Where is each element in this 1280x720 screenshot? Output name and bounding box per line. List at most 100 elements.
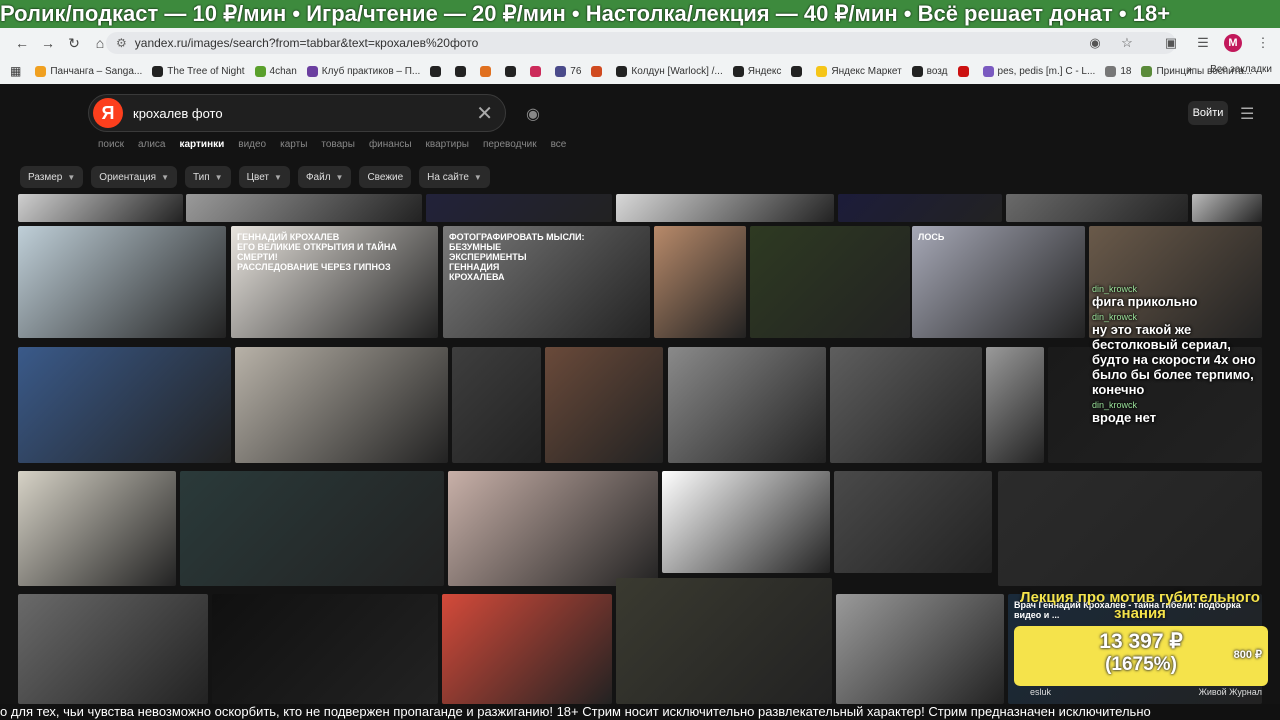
bookmark-item[interactable]: Колдун [Warlock] /...: [616, 65, 723, 77]
image-result[interactable]: [986, 347, 1044, 463]
image-result[interactable]: [18, 347, 231, 463]
bookmark-item[interactable]: Клуб практиков – П...: [306, 65, 420, 77]
search-input[interactable]: крохалев фото: [133, 106, 476, 121]
bookmark-item[interactable]: [530, 65, 545, 77]
bookmark-item[interactable]: [957, 65, 973, 77]
image-result[interactable]: [1192, 194, 1262, 222]
image-result[interactable]: [18, 226, 226, 338]
filter-button[interactable]: Свежие: [359, 166, 412, 188]
star-icon[interactable]: ☆: [1116, 32, 1138, 54]
image-result[interactable]: [186, 194, 422, 222]
bookmark-item[interactable]: [591, 65, 606, 77]
bookmark-label: Яндекс: [747, 65, 782, 77]
yandex-logo[interactable]: Я: [93, 98, 123, 128]
bookmark-item[interactable]: возд: [911, 65, 948, 77]
camera-search-icon[interactable]: ◉: [526, 104, 548, 124]
image-result[interactable]: [830, 347, 982, 463]
menu-dots-icon[interactable]: ⋮: [1252, 32, 1274, 54]
image-result[interactable]: [836, 594, 1004, 704]
chevron-down-icon: ▼: [214, 172, 223, 182]
image-result[interactable]: [668, 347, 826, 463]
profile-avatar[interactable]: M: [1224, 34, 1242, 52]
bookmark-item[interactable]: pes, pedis [m.] C - L...: [982, 65, 1095, 77]
bookmark-item[interactable]: 76: [555, 65, 581, 77]
all-bookmarks[interactable]: Все закладки: [1210, 64, 1272, 75]
bookmark-item[interactable]: 4chan: [254, 65, 297, 77]
tab-5[interactable]: товары: [321, 139, 355, 150]
back-arrow-icon[interactable]: ←: [10, 31, 34, 55]
image-result[interactable]: [834, 471, 992, 573]
image-result[interactable]: [750, 226, 910, 338]
filter-button[interactable]: На сайте ▼: [419, 166, 490, 188]
tab-2[interactable]: картинки: [179, 139, 224, 150]
chat-message: фига прикольно: [1092, 294, 1198, 309]
filter-label: Размер: [28, 171, 63, 183]
bookmark-item[interactable]: Яндекс: [732, 65, 782, 77]
hamburger-menu-icon[interactable]: ☰: [1240, 104, 1254, 124]
filter-label: Тип: [193, 171, 210, 183]
tab-0[interactable]: поиск: [98, 139, 124, 150]
bookmark-item[interactable]: [480, 65, 495, 77]
tab-9[interactable]: все: [551, 139, 567, 150]
tab-1[interactable]: алиса: [138, 139, 166, 150]
tab-8[interactable]: переводчик: [483, 139, 537, 150]
bookmark-item[interactable]: [791, 65, 806, 77]
address-row: ← → ↻ ⌂ ⚙ yandex.ru/images/search?from=t…: [0, 28, 1280, 58]
image-result[interactable]: [442, 594, 612, 704]
image-result[interactable]: [654, 226, 746, 338]
image-result[interactable]: [998, 471, 1262, 586]
address-bar[interactable]: ⚙ yandex.ru/images/search?from=tabbar&te…: [106, 32, 1176, 54]
image-result[interactable]: [235, 347, 448, 463]
image-result[interactable]: [180, 471, 444, 586]
bookmark-item[interactable]: [430, 65, 445, 77]
bookmark-item[interactable]: [505, 65, 520, 77]
image-result[interactable]: [452, 347, 541, 463]
eye-off-icon[interactable]: ◉: [1084, 32, 1106, 54]
image-result[interactable]: [448, 471, 658, 586]
image-result[interactable]: ЛОСЬ: [912, 226, 1085, 338]
tab-3[interactable]: видео: [238, 139, 266, 150]
bookmark-label: Яндекс Маркет: [831, 65, 902, 77]
bookmark-favicon-icon: [732, 65, 744, 77]
filter-button[interactable]: Тип ▼: [185, 166, 231, 188]
bookmark-item[interactable]: [455, 65, 470, 77]
filter-button[interactable]: Ориентация ▼: [91, 166, 177, 188]
bookmark-item[interactable]: Яндекс Маркет: [816, 65, 902, 77]
image-result[interactable]: [662, 471, 830, 573]
search-box[interactable]: Я крохалев фото ✕: [88, 94, 506, 132]
filter-label: На сайте: [427, 171, 469, 183]
bookmark-item[interactable]: Панчанга – Sanga...: [35, 65, 142, 77]
reload-icon[interactable]: ↻: [62, 31, 86, 55]
tab-7[interactable]: квартиры: [426, 139, 469, 150]
image-result[interactable]: [212, 594, 438, 704]
filter-button[interactable]: Размер ▼: [20, 166, 84, 188]
image-result[interactable]: [616, 194, 834, 222]
filter-button[interactable]: Файл ▼: [297, 166, 352, 188]
extensions-icon[interactable]: ▣: [1160, 32, 1182, 54]
tab-6[interactable]: финансы: [369, 139, 412, 150]
image-result[interactable]: ГЕННАДИЙ КРОХАЛЕВ ЕГО ВЕЛИКИЕ ОТКРЫТИЯ И…: [231, 226, 438, 338]
image-result[interactable]: [838, 194, 1002, 222]
image-result[interactable]: [616, 578, 832, 704]
bookmark-favicon-icon: [555, 65, 567, 77]
bookmark-item[interactable]: 18: [1105, 65, 1131, 77]
image-result[interactable]: [545, 347, 663, 463]
downloads-icon[interactable]: ☰: [1192, 32, 1214, 54]
login-button[interactable]: Войти: [1188, 101, 1228, 125]
bookmark-item[interactable]: The Tree of Night: [152, 65, 245, 77]
image-result[interactable]: [18, 594, 208, 704]
forward-arrow-icon[interactable]: →: [36, 31, 60, 55]
image-result[interactable]: ФОТОГРАФИРОВАТЬ МЫСЛИ: БЕЗУМНЫЕ ЭКСПЕРИМ…: [443, 226, 650, 338]
image-result[interactable]: [1006, 194, 1188, 222]
image-result[interactable]: [426, 194, 612, 222]
apps-grid-icon[interactable]: ▦: [10, 64, 21, 78]
bookmarks-right: » Все закладки: [1187, 64, 1272, 75]
tab-4[interactable]: карты: [280, 139, 307, 150]
site-info-icon[interactable]: ⚙: [116, 36, 127, 50]
image-result[interactable]: [18, 194, 183, 222]
filter-button[interactable]: Цвет ▼: [238, 166, 290, 188]
clear-icon[interactable]: ✕: [476, 101, 493, 126]
bookmark-favicon-icon: [791, 65, 803, 77]
bookmarks-overflow-icon[interactable]: »: [1187, 64, 1193, 75]
image-result[interactable]: [18, 471, 176, 586]
